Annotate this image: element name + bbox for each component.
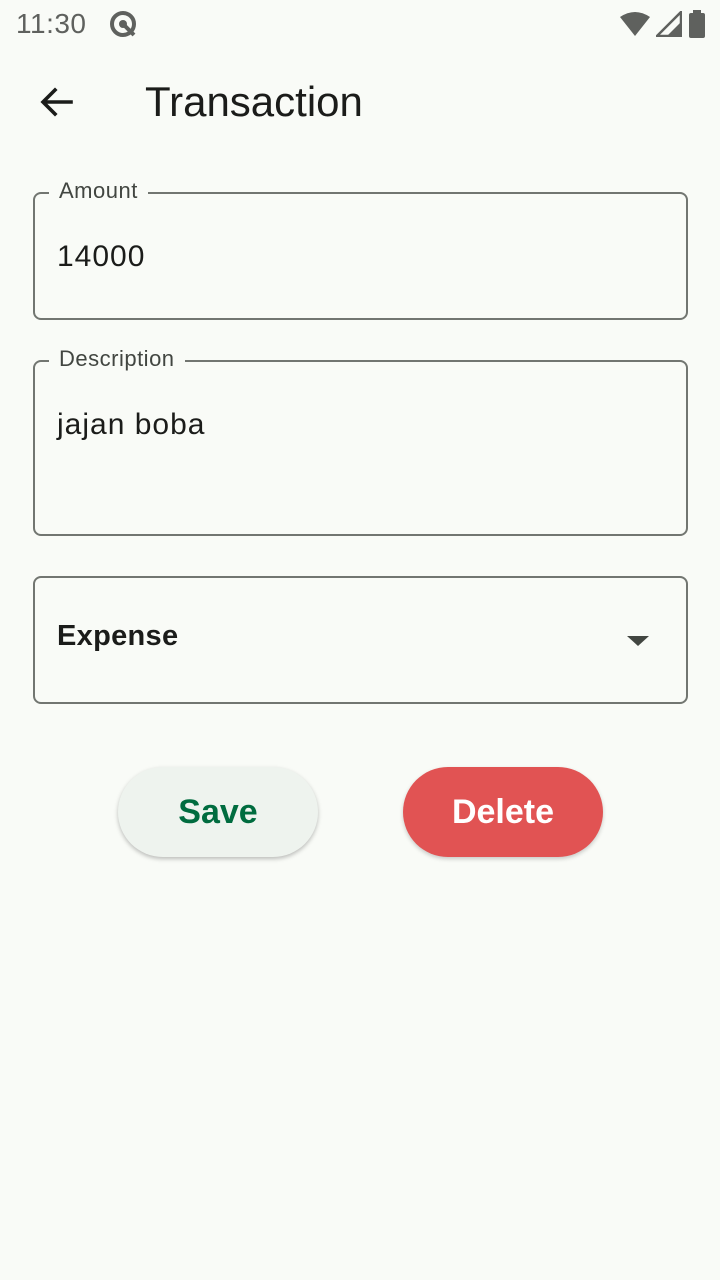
delete-button[interactable]: Delete: [403, 767, 603, 857]
signal-icon: [653, 8, 683, 42]
description-input[interactable]: jajan boba: [57, 408, 205, 442]
type-selected-value: Expense: [57, 620, 179, 652]
wifi-icon: [620, 11, 650, 42]
type-dropdown[interactable]: Expense: [33, 576, 688, 704]
amount-input[interactable]: 14000: [57, 240, 145, 274]
description-label: Description: [49, 346, 185, 372]
arrow-back-icon: [38, 84, 74, 125]
battery-icon: [688, 10, 706, 43]
back-button[interactable]: [28, 76, 84, 132]
app-bar: Transaction: [0, 56, 720, 152]
save-button[interactable]: Save: [118, 767, 318, 857]
dropdown-arrow-icon[interactable]: [626, 634, 650, 653]
amount-label: Amount: [49, 178, 148, 204]
description-field[interactable]: Description jajan boba: [33, 346, 688, 536]
status-time: 11:30: [16, 8, 87, 39]
amount-field[interactable]: Amount 14000: [33, 178, 688, 320]
page-title: Transaction: [145, 78, 363, 125]
app-notification-icon: [108, 9, 138, 39]
status-bar: 11:30: [0, 0, 720, 50]
